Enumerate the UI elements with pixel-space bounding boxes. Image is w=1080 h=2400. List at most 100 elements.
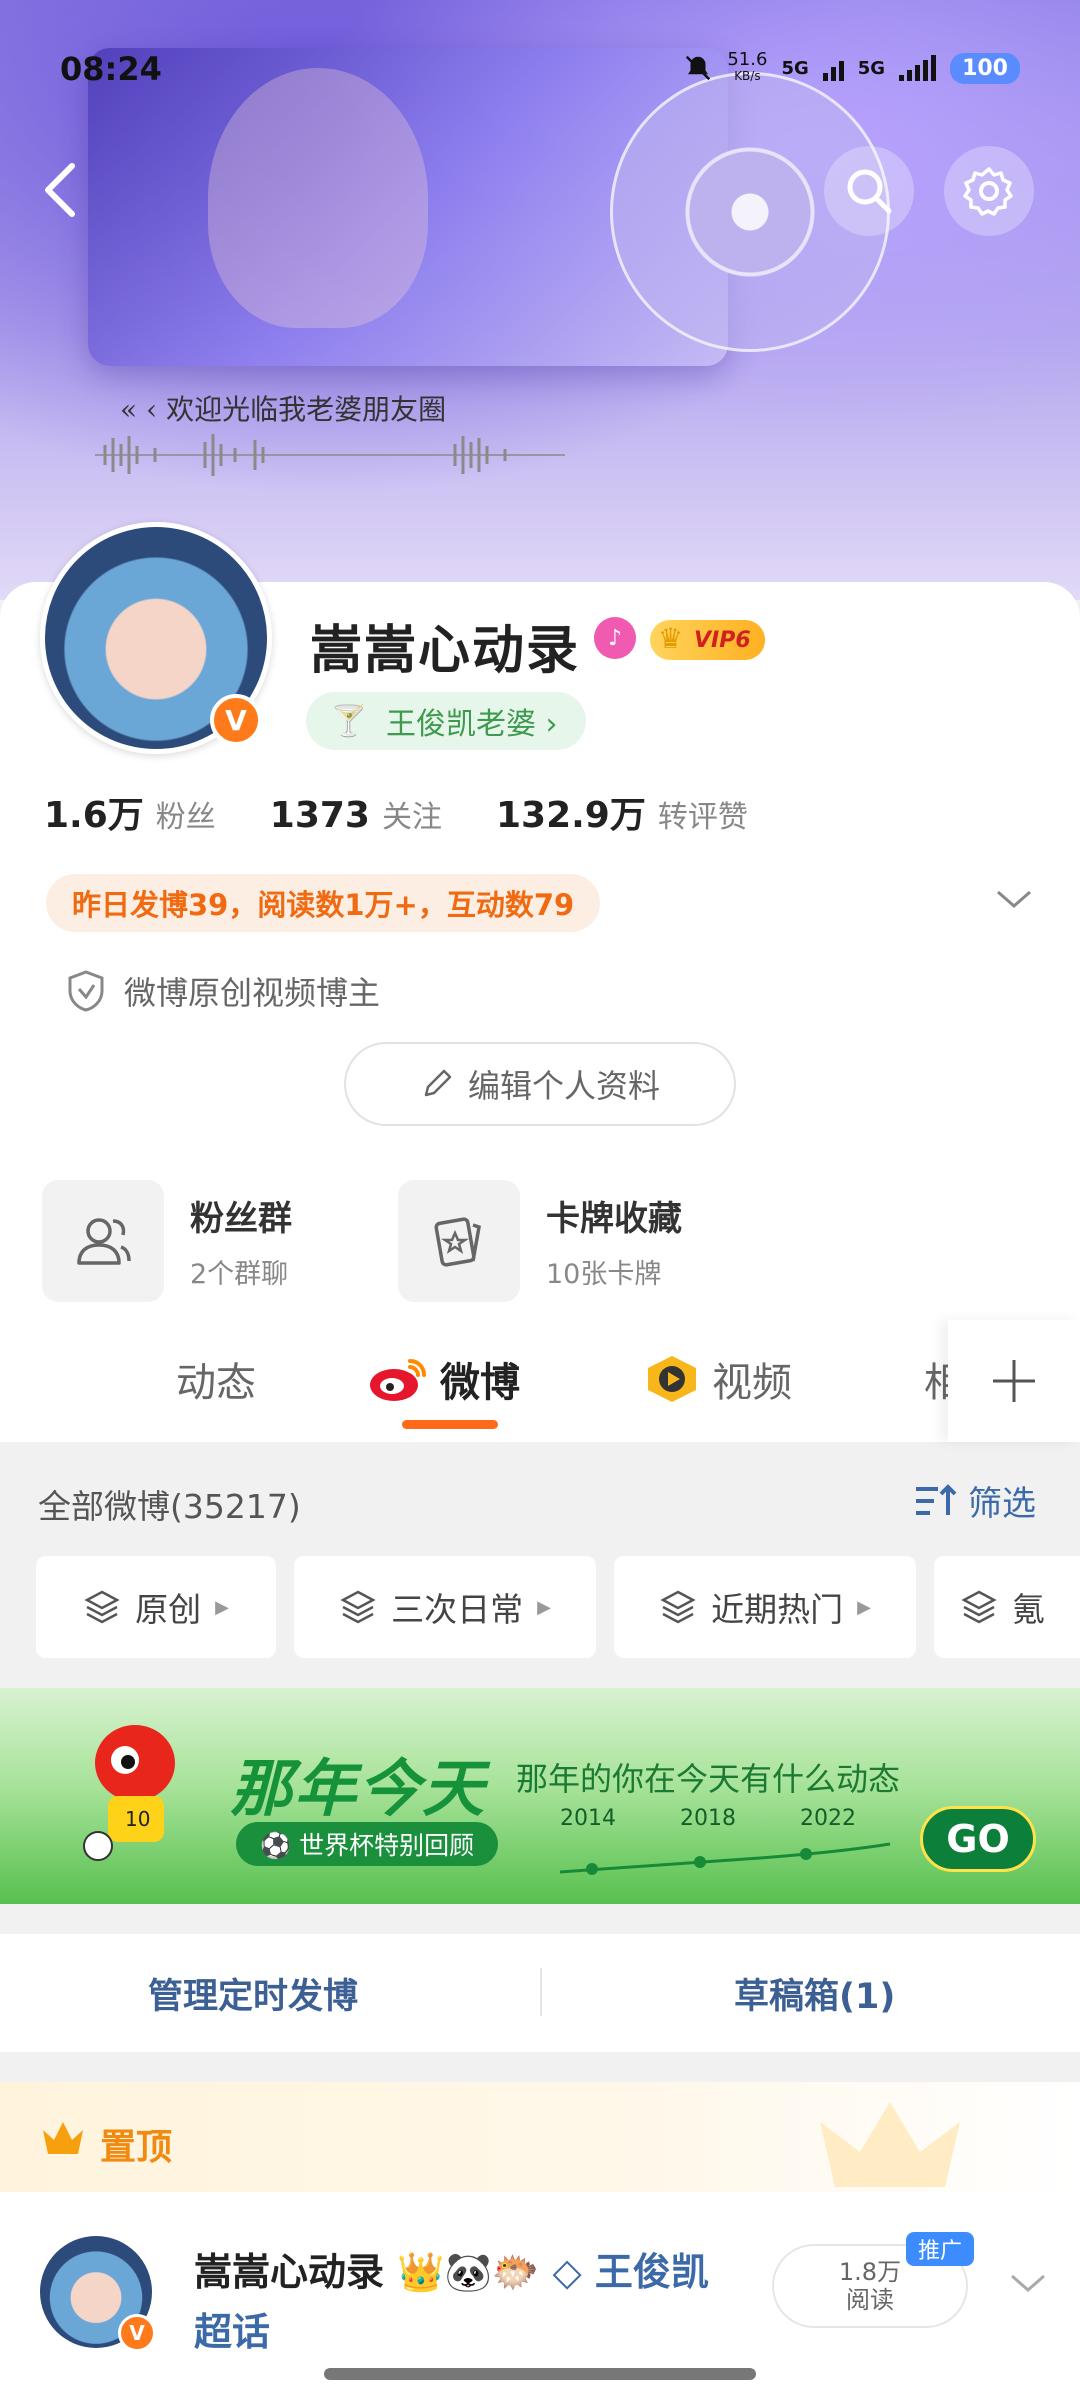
chevron-down-icon[interactable] [1008,2268,1048,2298]
tile-subtitle: 2个群聊 [190,1259,289,1290]
stat-value: 1373 [269,795,370,836]
ad-title: 那年今天 [230,1752,487,1825]
crown-icon [43,2122,83,2154]
vip-badge[interactable]: VIP6 [650,620,765,660]
post-content: 嵩嵩心动录 👑🐼🐡 ◇ 王俊凯超话 [194,2242,734,2362]
caret-right-icon: ▶ [215,1596,229,1618]
tile-title: 卡牌收藏 [546,1199,682,1239]
audio-waveform [95,434,565,476]
signal-icon [822,55,844,81]
search-icon [847,169,892,214]
ad-years: 2014 2018 2022 [560,1806,856,1831]
gear-icon [963,167,1013,216]
plus-icon [993,1360,1035,1402]
read-label: 阅读 [846,2286,894,2314]
stat-label: 粉丝 [155,800,216,835]
card-collection-tile[interactable]: 卡牌收藏 10张卡牌 [398,1180,682,1302]
shield-check-icon [68,970,104,1012]
bell-muted-icon [686,55,711,81]
layers-icon [340,1590,376,1624]
promote-badge[interactable]: 推广 [906,2232,975,2266]
ad-subtitle: 那年的你在今天有什么动态 [516,1760,901,1798]
add-tab-button[interactable] [948,1320,1080,1442]
active-tab-indicator [402,1420,498,1429]
creator-certification[interactable]: 微博原创视频博主 [66,968,380,1014]
pink-medal-icon[interactable]: ♪ [594,617,636,659]
timeline-line [560,1842,891,1875]
verified-v-icon: V [118,2314,156,2352]
layers-icon [961,1590,997,1624]
on-this-day-banner[interactable]: 10 那年今天 那年的你在今天有什么动态 ⚽ 世界杯特别回顾 2014 2018… [0,1688,1080,1904]
chip-label: 近期热门 [711,1590,844,1629]
chip-label: 三次日常 [391,1590,524,1629]
stat-following[interactable]: 1373 关注 [270,792,442,836]
drafts-button[interactable]: 草稿箱(1) [734,1968,895,2019]
chip-label: 氪 [1012,1590,1045,1629]
album-chips: 原创 ▶ 三次日常 ▶ 近期热门 ▶ 氪 [36,1556,1080,1658]
music-song-title[interactable]: « ‹ 欢迎光临我老婆朋友圈 [120,388,446,428]
tab-video[interactable]: 视频 [644,1350,792,1408]
post-author-name: 嵩嵩心动录 [194,2250,385,2294]
filter-sort-icon [916,1483,957,1515]
search-button[interactable] [824,146,914,236]
fanclub-tag[interactable]: 🍸 王俊凯老婆 › [306,692,586,750]
pinned-header: 置顶 [0,2082,1080,2192]
layers-icon [660,1590,696,1624]
tab-label: 视频 [712,1360,792,1406]
card-collection-icon-box [398,1180,520,1302]
home-indicator[interactable] [324,2368,756,2380]
status-bar-right: 51.6 KB/s 5G 5G 100 [683,49,1020,84]
creator-label: 微博原创视频博主 [124,974,381,1012]
tab-weibo[interactable]: 微博 [368,1350,520,1408]
back-button[interactable] [30,150,90,230]
pinned-post[interactable]: 置顶 V 嵩嵩心动录 👑🐼🐡 ◇ 王俊凯超话 1.8万 阅读 推广 [0,2082,1080,2400]
star-card-icon [434,1217,481,1267]
ad-year: 2014 [560,1806,616,1831]
weibo-mascot-icon: 10 [83,1725,175,1861]
fanclub-label: 王俊凯老婆 › [386,707,558,742]
ad-year: 2018 [680,1806,736,1831]
read-count: 1.8万 [838,2258,902,2286]
fan-group-icon-box [42,1180,164,1302]
stat-label: 关注 [381,800,442,835]
weibo-logo-icon [370,1359,426,1401]
caret-right-icon: ▶ [537,1596,551,1618]
pinned-label: 置顶 [100,2127,173,2168]
caret-right-icon: ▶ [857,1596,871,1618]
edit-profile-label: 编辑个人资料 [467,1067,660,1105]
chip-more[interactable]: 氪 [934,1556,1080,1658]
ad-worldcup-pill: ⚽ 世界杯特别回顾 [236,1822,499,1866]
signal-icon-2 [899,55,937,81]
daily-summary-badge[interactable]: 昨日发博39，阅读数1万+，互动数79 [46,874,601,932]
chip-original[interactable]: 原创 ▶ [36,1556,276,1658]
stat-interactions[interactable]: 132.9万 转评赞 [496,786,748,838]
profile-tabs: 动态 微博 视频 相 [0,1320,1080,1442]
chip-daily[interactable]: 三次日常 ▶ [294,1556,596,1658]
video-play-icon [648,1356,696,1402]
chip-label: 原创 [135,1590,202,1629]
post-emojis: 👑🐼🐡 [397,2250,540,2294]
fan-group-tile[interactable]: 粉丝群 2个群聊 [42,1180,292,1302]
chip-hot[interactable]: 近期热门 ▶ [614,1556,916,1658]
crown-watermark-icon [820,2102,960,2187]
battery-indicator: 100 [950,52,1020,84]
layers-icon [84,1590,120,1624]
net-speed: 51.6 [727,49,768,70]
post-tools-bar: 管理定时发博 草稿箱(1) [0,1934,1080,2052]
tab-label: 微博 [440,1360,520,1406]
stat-followers[interactable]: 1.6万 粉丝 [44,786,216,838]
filter-button[interactable]: 筛选 [912,1476,1036,1525]
pencil-icon [424,1069,452,1097]
edit-profile-button[interactable]: 编辑个人资料 [344,1042,736,1126]
profile-cover-banner[interactable]: 08:24 51.6 KB/s 5G 5G 100 « ‹ 欢迎光临我老婆朋友圈 [0,0,1080,600]
status-time: 08:24 [60,50,162,88]
network-type-2: 5G [857,57,886,79]
tab-dynamics[interactable]: 动态 [176,1350,256,1408]
settings-button[interactable] [944,146,1034,236]
chevron-down-icon[interactable] [994,884,1034,914]
schedule-posts-button[interactable]: 管理定时发博 [148,1968,358,2019]
verified-v-icon: V [210,694,262,746]
stat-label: 转评赞 [657,800,748,835]
profile-stats: 1.6万 粉丝 1373 关注 132.9万 转评赞 [44,786,748,838]
ad-go-button[interactable]: GO [920,1806,1036,1872]
